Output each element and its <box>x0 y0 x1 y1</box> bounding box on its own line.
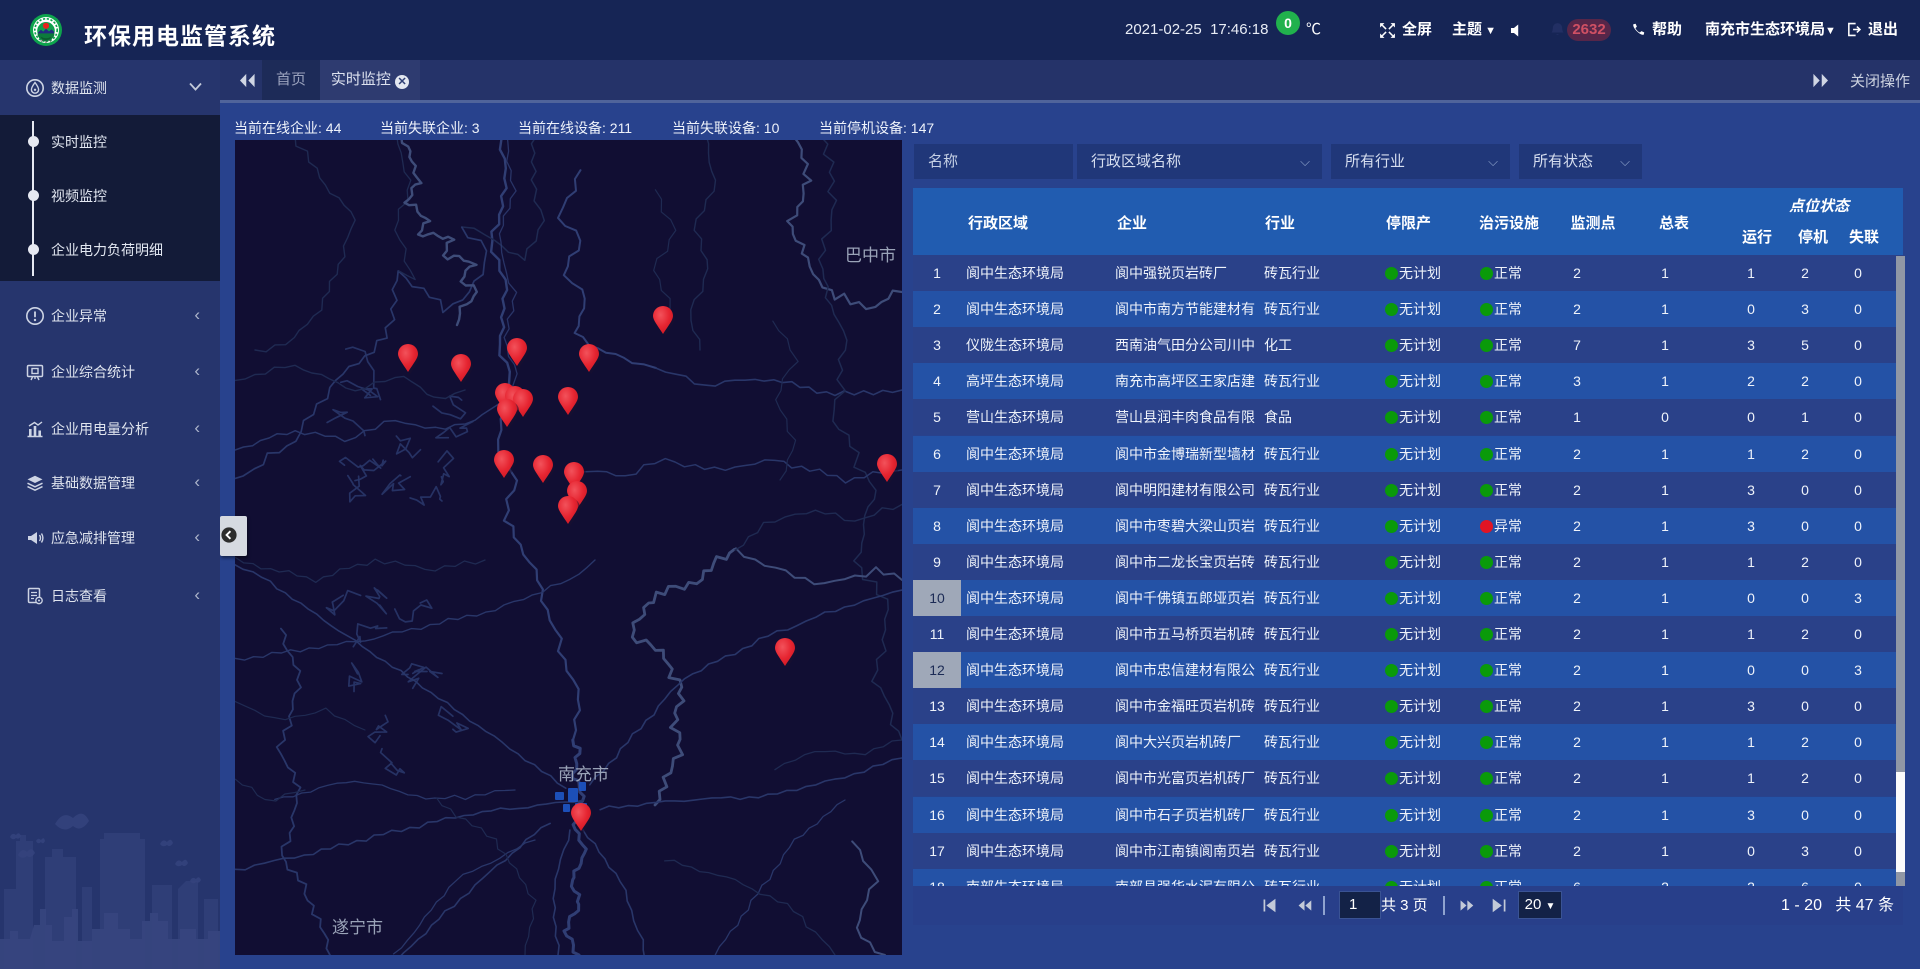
svg-text:南充市: 南充市 <box>558 765 609 784</box>
svg-text:巴中市: 巴中市 <box>845 246 896 265</box>
svg-text:遂宁市: 遂宁市 <box>332 918 383 937</box>
